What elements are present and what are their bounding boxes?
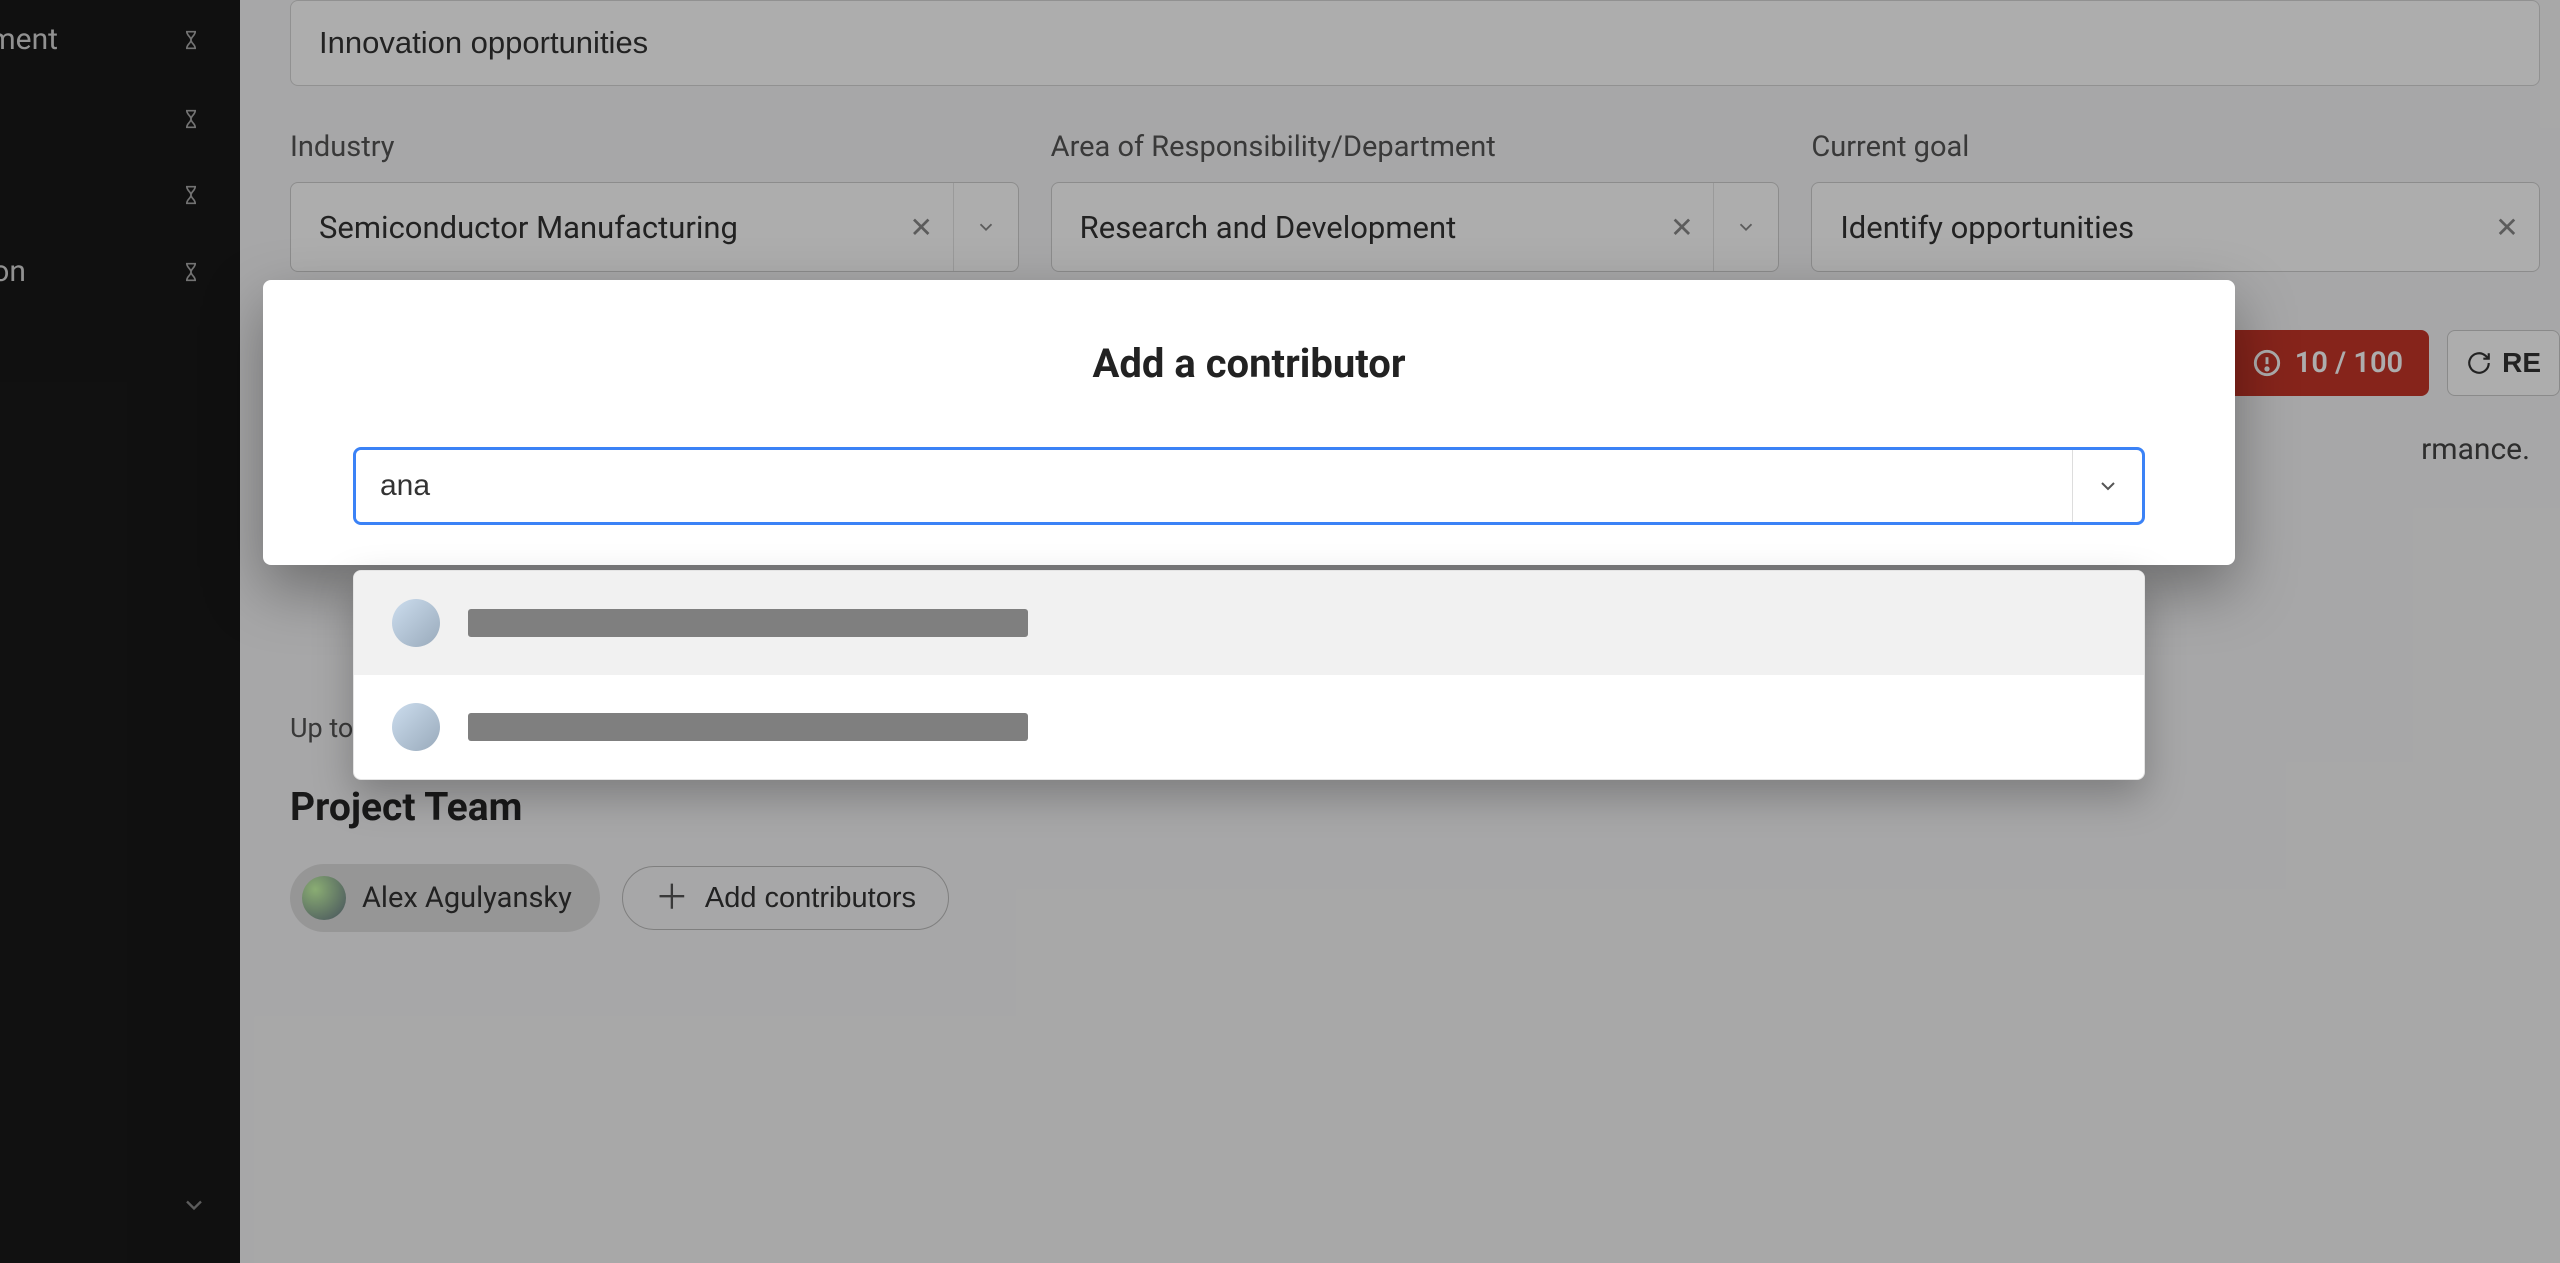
field-department: Area of Responsibility/Department Resear… [1051,130,1780,272]
sidebar-item-label: Problem Statement [0,22,162,57]
field-label: Area of Responsibility/Department [1051,130,1780,164]
field-industry: Industry Semiconductor Manufacturing ✕ [290,130,1019,272]
team-heading: Project Team [290,784,2540,830]
sidebar-item-statement[interactable]: Problem Statement [0,0,240,79]
sidebar-item-tools[interactable]: Analysis tools [0,79,240,158]
blank-icon [180,426,202,456]
chevron-down-icon[interactable] [954,183,1018,271]
select-value: Semiconductor Manufacturing [319,209,890,246]
hourglass-icon [180,25,202,55]
contributor-combobox[interactable] [353,447,2145,525]
sidebar-item-share[interactable]: Share project [0,401,240,480]
sidebar: Problem Statement Analysis tools Propose… [0,0,240,1263]
plus-icon: ＋ [655,881,689,915]
field-goal: Current goal Identify opportunities ✕ [1811,130,2540,272]
sidebar-item-label: Share project [0,423,162,458]
add-contributors-button[interactable]: ＋ Add contributors [622,866,949,930]
refresh-label: RE [2502,347,2541,379]
hourglass-icon [180,257,202,287]
field-label: Current goal [1811,130,2540,164]
chevron-down-icon[interactable] [2072,450,2142,522]
refresh-button[interactable]: RE [2447,330,2560,396]
sidebar-item-label: Analysis tools [0,101,162,136]
avatar [392,703,440,751]
clear-icon[interactable]: ✕ [890,183,954,271]
team-member-name: Alex Agulyansky [362,881,572,915]
sidebar-item-unnamed[interactable] [0,158,240,232]
team-member-chip[interactable]: Alex Agulyansky [290,864,600,932]
avatar [392,599,440,647]
contributor-search-input[interactable] [356,450,2072,522]
industry-select[interactable]: Semiconductor Manufacturing ✕ [290,182,1019,272]
sidebar-item-solution[interactable]: Propose solution [0,232,240,311]
chevron-down-icon[interactable] [1714,183,1778,271]
contributor-option-label-redacted [468,609,1028,637]
contributor-option[interactable] [354,571,2144,675]
contributor-option[interactable] [354,675,2144,779]
toolbar-right: 10 / 100 RE [2227,330,2560,396]
avatar [302,876,346,920]
field-label: Industry [290,130,1019,164]
sidebar-collapse-button[interactable] [180,1191,208,1223]
add-contributor-modal: Add a contributor [263,280,2235,565]
app-root: Problem Statement Analysis tools Propose… [0,0,2560,1263]
contributor-dropdown [353,570,2145,780]
score-text: 10 / 100 [2295,346,2403,380]
clear-icon[interactable]: ✕ [1650,183,1714,271]
department-select[interactable]: Research and Development ✕ [1051,182,1780,272]
clear-icon[interactable]: ✕ [2475,183,2539,271]
select-value: Research and Development [1080,209,1651,246]
project-title-input[interactable] [290,0,2540,86]
hourglass-icon [180,104,202,134]
hourglass-icon [180,180,202,210]
team-row: Alex Agulyansky ＋ Add contributors [290,864,2540,932]
contributor-option-label-redacted [468,713,1028,741]
modal-title: Add a contributor [353,340,2145,387]
goal-select[interactable]: Identify opportunities ✕ [1811,182,2540,272]
select-value: Identify opportunities [1840,209,2475,246]
add-contributors-label: Add contributors [705,882,916,915]
field-row: Industry Semiconductor Manufacturing ✕ A… [290,130,2540,272]
score-badge: 10 / 100 [2227,330,2429,396]
sidebar-item-label: Propose solution [0,254,162,289]
